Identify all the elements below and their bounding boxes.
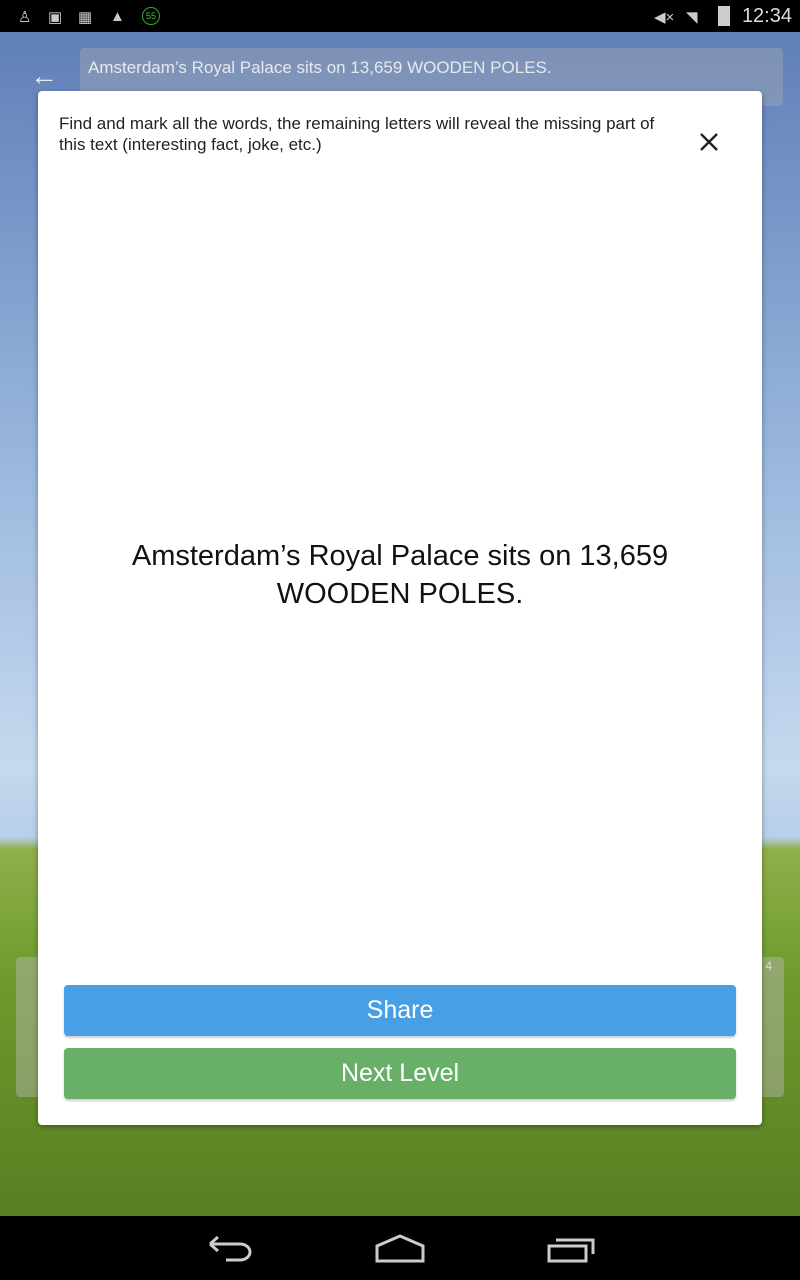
notification-badge: 55 xyxy=(142,7,160,25)
instructions-text: Find and mark all the words, the remaini… xyxy=(59,114,655,154)
clock: 12:34 xyxy=(741,5,792,27)
image-icon: ▣ xyxy=(48,9,63,26)
navigation-bar xyxy=(0,1216,800,1280)
fact-bar-text: Amsterdam’s Royal Palace sits on 13,659 … xyxy=(88,58,552,77)
share-button[interactable]: Share xyxy=(64,985,736,1036)
mute-icon: ◀× xyxy=(654,9,675,26)
back-arrow-icon[interactable]: ← xyxy=(30,60,58,92)
level-complete-dialog: Find and mark all the words, the remaini… xyxy=(38,91,762,1125)
home-icon[interactable] xyxy=(374,1234,426,1264)
close-icon[interactable] xyxy=(694,127,724,157)
warning-icon: ▲ xyxy=(110,8,125,25)
fact-text: Amsterdam’s Royal Palace sits on 13,659 … xyxy=(131,540,669,610)
app-icon: ▦ xyxy=(78,9,93,26)
usb-icon: ♙ xyxy=(18,9,32,26)
back-icon[interactable] xyxy=(206,1234,254,1264)
wifi-icon: ◥ xyxy=(686,9,698,26)
battery-icon xyxy=(718,6,730,26)
panel-corner-text: 4 xyxy=(765,959,772,973)
status-bar: ♙ ▣ ▦ ▲ 55 ◀× ◥ 12:34 xyxy=(0,0,800,32)
next-level-button[interactable]: Next Level xyxy=(64,1048,736,1099)
recents-icon[interactable] xyxy=(546,1234,596,1264)
